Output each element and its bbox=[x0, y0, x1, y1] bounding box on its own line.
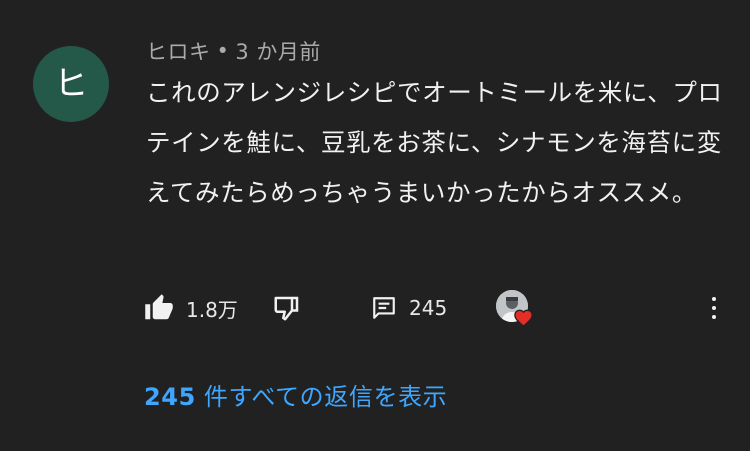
author-name[interactable]: ヒロキ bbox=[146, 36, 211, 66]
author-avatar[interactable]: ヒ bbox=[33, 46, 109, 122]
replies-label: 件すべての返信を表示 bbox=[203, 383, 448, 411]
like-button[interactable]: 1.8万 bbox=[144, 286, 238, 330]
creator-heart[interactable] bbox=[496, 290, 536, 330]
thumbs-up-icon bbox=[144, 293, 174, 323]
view-replies-link[interactable]: 245 件すべての返信を表示 bbox=[144, 377, 447, 412]
creator-heart-icon bbox=[513, 308, 534, 331]
reply-button[interactable]: 245 bbox=[371, 286, 447, 330]
comment-action-bar: 1.8万 245 bbox=[144, 286, 734, 330]
more-vert-icon[interactable] bbox=[700, 290, 728, 326]
replies-count: 245 bbox=[144, 383, 196, 411]
comment-meta: ヒロキ • 3 か月前 bbox=[146, 36, 321, 66]
meta-separator: • bbox=[216, 39, 230, 63]
thumbs-down-icon bbox=[272, 293, 302, 323]
reply-count: 245 bbox=[409, 296, 448, 320]
comment-text: これのアレンジレシピでオートミールを米に、プロテインを鮭に、豆乳をお茶に、シナモ… bbox=[146, 78, 723, 207]
comment-icon bbox=[371, 295, 397, 321]
comment-timestamp[interactable]: 3 か月前 bbox=[235, 36, 321, 66]
like-count: 1.8万 bbox=[186, 297, 238, 322]
dislike-button[interactable] bbox=[272, 286, 302, 330]
